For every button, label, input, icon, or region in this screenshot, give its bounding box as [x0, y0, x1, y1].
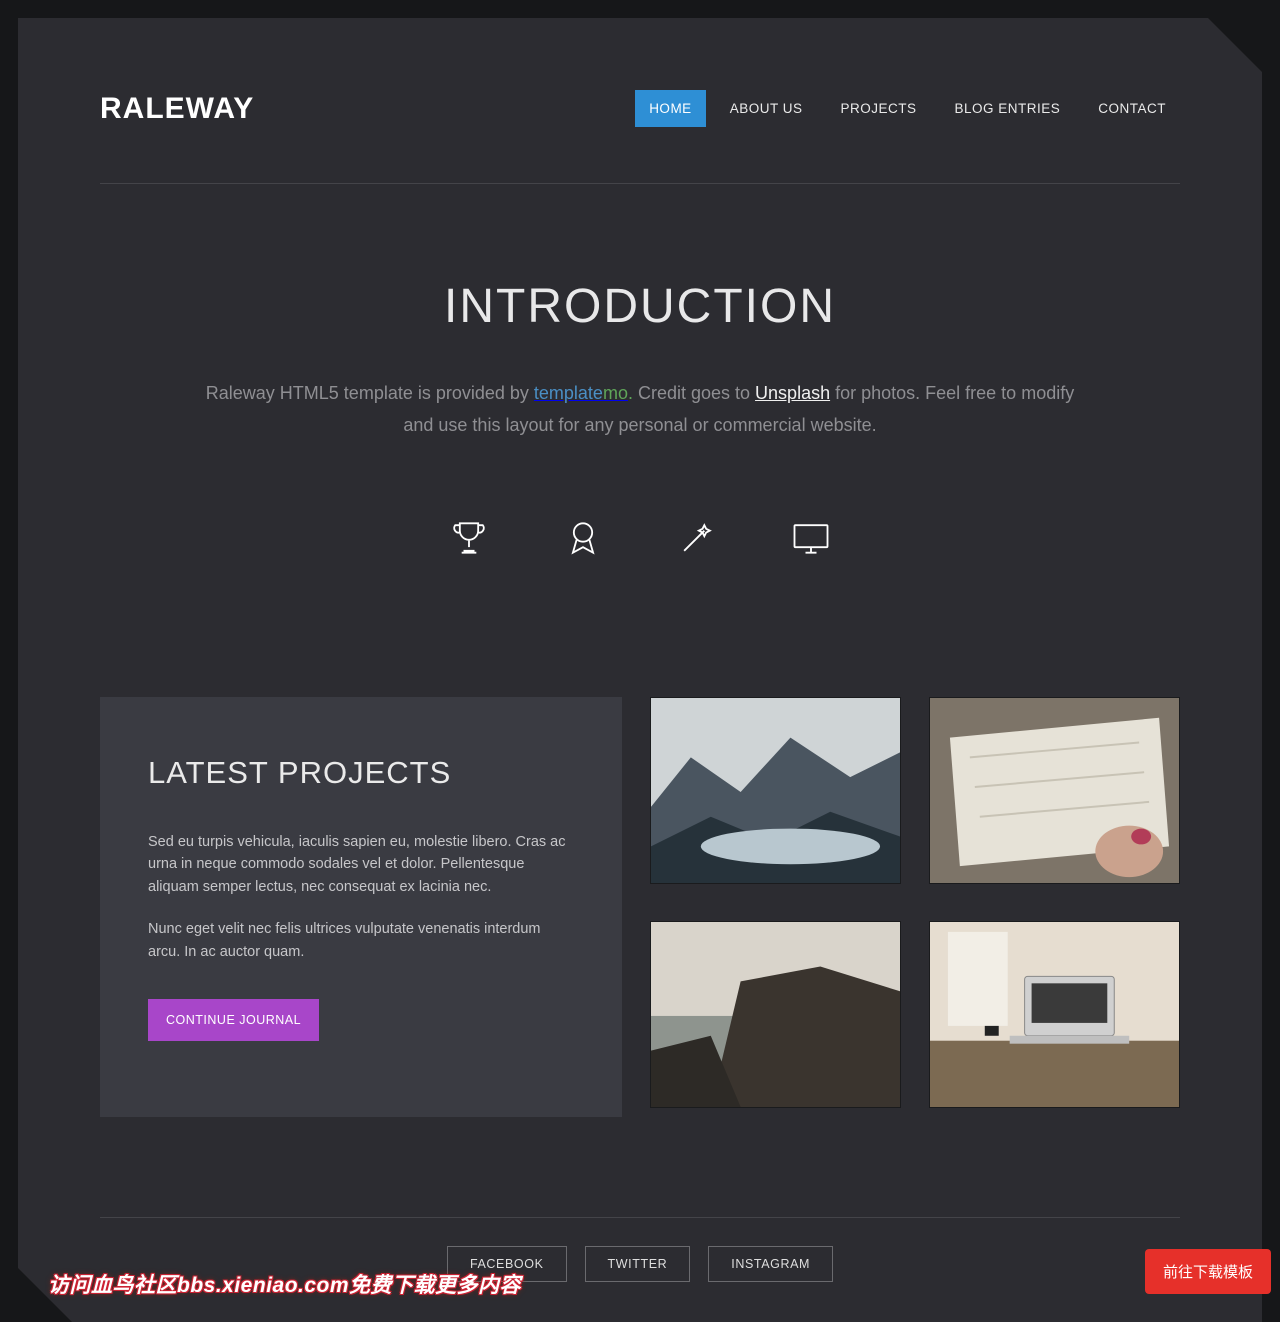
templatemo-part1: template: [534, 383, 603, 403]
page-card: RALEWAY HOME ABOUT US PROJECTS BLOG ENTR…: [18, 18, 1262, 1322]
projects-sidebar: LATEST PROJECTS Sed eu turpis vehicula, …: [100, 697, 622, 1117]
nav-about[interactable]: ABOUT US: [716, 90, 817, 127]
project-thumb-1[interactable]: [650, 697, 901, 884]
social-instagram[interactable]: INSTAGRAM: [708, 1246, 833, 1282]
download-template-button[interactable]: 前往下载模板: [1145, 1249, 1271, 1294]
trophy-icon: [447, 516, 491, 565]
nav-blog[interactable]: BLOG ENTRIES: [940, 90, 1074, 127]
icon-row: [100, 516, 1180, 565]
intro-text-pre: Raleway HTML5 template is provided by: [206, 383, 534, 403]
corner-cut-top-right: [1208, 18, 1262, 72]
project-thumb-3[interactable]: [650, 921, 901, 1108]
nav-contact[interactable]: CONTACT: [1084, 90, 1180, 127]
social-facebook[interactable]: FACEBOOK: [447, 1246, 567, 1282]
projects-section: LATEST PROJECTS Sed eu turpis vehicula, …: [100, 697, 1180, 1117]
corner-cut-bottom-left: [18, 1268, 72, 1322]
unsplash-link[interactable]: Unsplash: [755, 383, 830, 403]
intro-text: Raleway HTML5 template is provided by te…: [205, 378, 1075, 441]
continue-journal-button[interactable]: CONTINUE JOURNAL: [148, 999, 319, 1041]
projects-paragraph-1: Sed eu turpis vehicula, iaculis sapien e…: [148, 831, 574, 898]
social-twitter[interactable]: TWITTER: [585, 1246, 691, 1282]
templatemo-part2: mo: [603, 383, 628, 403]
badge-icon: [561, 516, 605, 565]
projects-paragraph-2: Nunc eget velit nec felis ultrices vulpu…: [148, 918, 574, 963]
main-nav: HOME ABOUT US PROJECTS BLOG ENTRIES CONT…: [635, 90, 1180, 127]
intro-title: INTRODUCTION: [100, 279, 1180, 334]
projects-title: LATEST PROJECTS: [148, 755, 574, 791]
intro-text-mid: Credit goes to: [633, 383, 755, 403]
site-header: RALEWAY HOME ABOUT US PROJECTS BLOG ENTR…: [100, 18, 1180, 184]
nav-projects[interactable]: PROJECTS: [826, 90, 930, 127]
site-logo[interactable]: RALEWAY: [100, 92, 254, 126]
templatemo-link[interactable]: templatemo: [534, 383, 628, 403]
footer-divider: [100, 1217, 1180, 1218]
project-thumb-2[interactable]: [929, 697, 1180, 884]
project-thumb-4[interactable]: [929, 921, 1180, 1108]
wand-icon: [675, 516, 719, 565]
social-row: FACEBOOK TWITTER INSTAGRAM: [100, 1246, 1180, 1282]
intro-section: INTRODUCTION Raleway HTML5 template is p…: [100, 184, 1180, 625]
projects-grid: [650, 697, 1180, 1117]
nav-home[interactable]: HOME: [635, 90, 706, 127]
monitor-icon: [789, 516, 833, 565]
